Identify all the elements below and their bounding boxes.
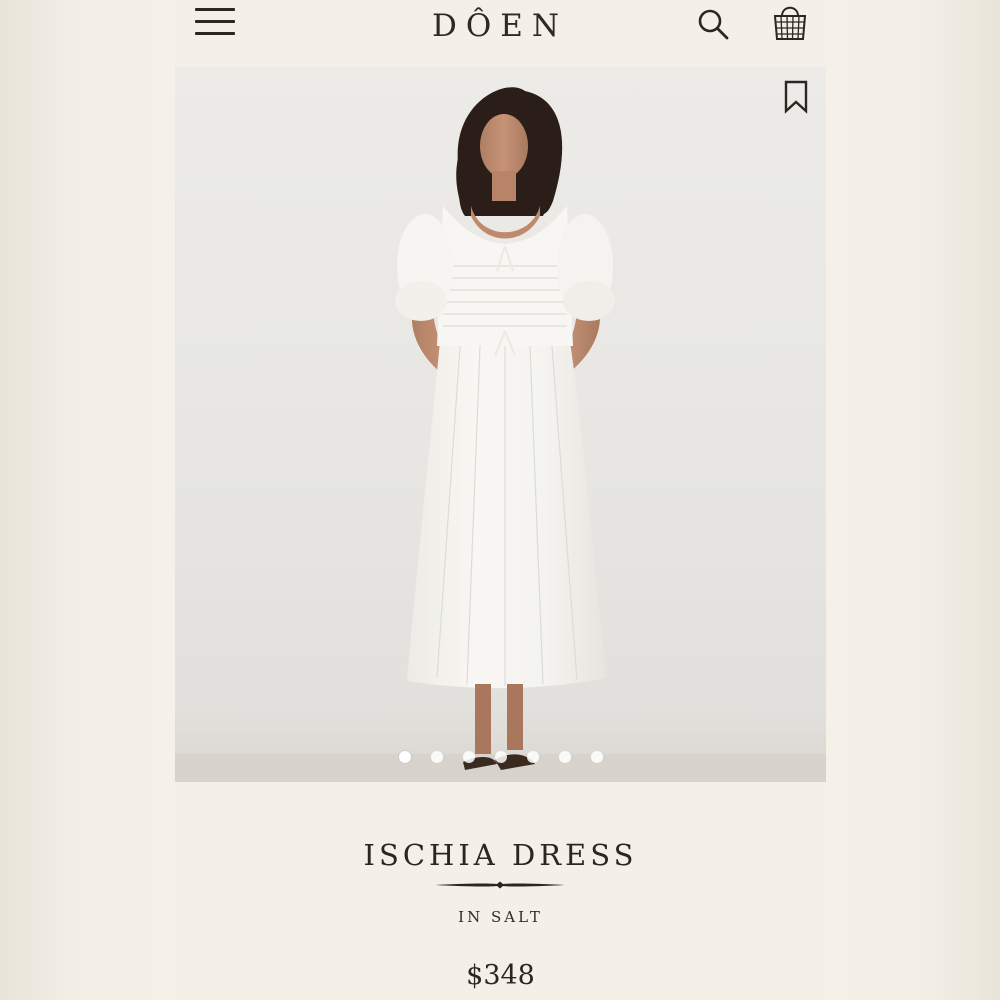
product-info: ISCHIA DRESS IN SALT $348 — [175, 782, 826, 1000]
product-photo — [175, 87, 826, 782]
carousel-dot[interactable] — [494, 750, 507, 763]
brand-logo[interactable]: DÔEN — [375, 8, 625, 44]
carousel-dot[interactable] — [558, 750, 571, 763]
carousel-dot[interactable] — [430, 750, 443, 763]
product-image-carousel[interactable] — [175, 66, 826, 782]
carousel-dot[interactable] — [590, 750, 603, 763]
hamburger-menu-icon[interactable] — [195, 6, 237, 40]
product-title: ISCHIA DRESS — [363, 838, 638, 872]
site-header: DÔEN — [175, 0, 826, 66]
product-price: $348 — [466, 960, 535, 991]
carousel-dot[interactable] — [462, 750, 475, 763]
ornamental-divider — [435, 881, 565, 889]
bookmark-icon[interactable] — [784, 80, 808, 114]
carousel-dot[interactable] — [398, 750, 411, 763]
search-icon[interactable] — [697, 8, 731, 42]
mobile-page: DÔEN ISCHIA DRESS IN SALT $348 — [175, 0, 826, 1000]
carousel-dot[interactable] — [526, 750, 539, 763]
shopping-basket-icon[interactable] — [771, 2, 809, 42]
carousel-pagination — [175, 746, 826, 763]
product-color: IN SALT — [458, 908, 543, 926]
